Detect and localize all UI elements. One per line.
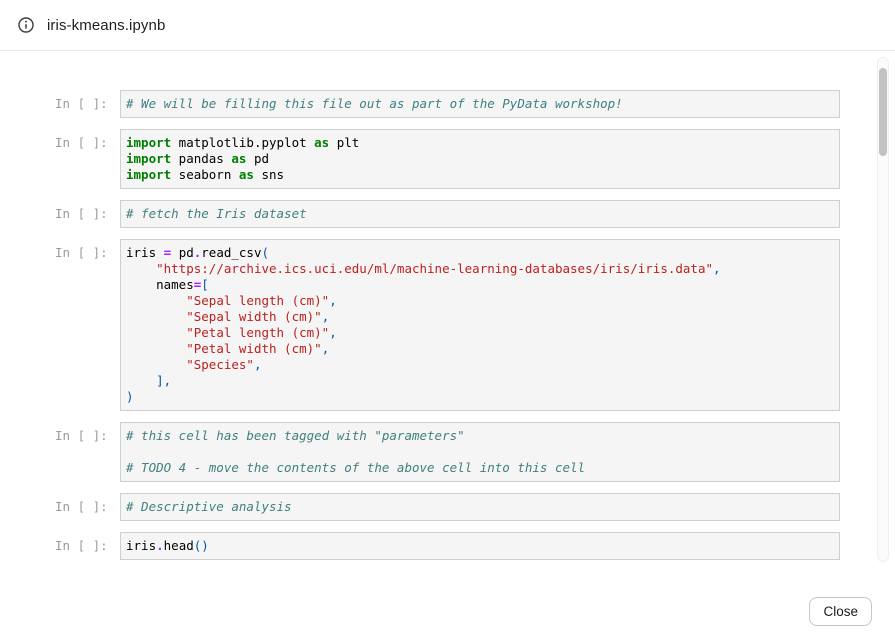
notebook-cell: In [ ]: # fetch the Iris dataset <box>55 200 840 228</box>
code-token <box>126 341 186 356</box>
cell-prompt: In [ ]: <box>55 239 105 260</box>
cell-code: iris = pd.read_csv( "https://archive.ics… <box>120 239 840 411</box>
notebook-cell: In [ ]: # this cell has been tagged with… <box>55 422 840 482</box>
code-line: import seaborn as sns <box>126 167 831 183</box>
code-token: , <box>322 309 330 324</box>
code-token <box>126 293 186 308</box>
code-token: , <box>713 261 721 276</box>
cell-prompt: In [ ]: <box>55 422 105 443</box>
code-line: "Petal length (cm)", <box>126 325 831 341</box>
notebook-cell: In [ ]: iris = pd.read_csv( "https://arc… <box>55 239 840 411</box>
code-line: "Sepal length (cm)", <box>126 293 831 309</box>
code-token <box>126 357 186 372</box>
code-token: # Descriptive analysis <box>126 499 292 514</box>
code-line: # Descriptive analysis <box>126 499 831 515</box>
dialog-header: iris-kmeans.ipynb <box>0 0 895 51</box>
scrollbar-track[interactable] <box>877 57 889 562</box>
code-token: # this cell has been tagged with "parame… <box>126 428 465 443</box>
code-token: import <box>126 135 171 150</box>
code-token: "Sepal width (cm)" <box>186 309 321 324</box>
code-token <box>126 373 156 388</box>
code-token: , <box>329 325 337 340</box>
code-token <box>126 261 156 276</box>
code-token: read_csv <box>201 245 261 260</box>
code-token: "Species" <box>186 357 254 372</box>
notebook-cells: In [ ]: # We will be filling this file o… <box>0 51 895 560</box>
code-line: names=[ <box>126 277 831 293</box>
code-line: "Species", <box>126 357 831 373</box>
code-line: # fetch the Iris dataset <box>126 206 831 222</box>
code-token: head <box>164 538 194 553</box>
code-token: as <box>231 151 246 166</box>
code-token: pd <box>246 151 269 166</box>
cell-prompt: In [ ]: <box>55 532 105 553</box>
code-line: iris.head() <box>126 538 831 554</box>
notebook-cell: In [ ]: # We will be filling this file o… <box>55 90 840 118</box>
code-token: () <box>194 538 209 553</box>
cell-prompt: In [ ]: <box>55 90 105 111</box>
page-title: iris-kmeans.ipynb <box>47 17 165 34</box>
notebook-cell: In [ ]: iris.head() <box>55 532 840 560</box>
code-token <box>126 325 186 340</box>
code-token: "https://archive.ics.uci.edu/ml/machine-… <box>156 261 713 276</box>
notebook-scroll-area: In [ ]: # We will be filling this file o… <box>0 51 895 570</box>
file-preview-dialog: iris-kmeans.ipynb In [ ]: # We will be f… <box>0 0 895 643</box>
code-token: names <box>126 277 194 292</box>
code-token: ], <box>156 373 171 388</box>
code-token: as <box>314 135 329 150</box>
code-line: "Petal width (cm)", <box>126 341 831 357</box>
code-token: plt <box>329 135 359 150</box>
code-token: as <box>239 167 254 182</box>
code-token: # We will be filling this file out as pa… <box>126 96 623 111</box>
cell-code: # We will be filling this file out as pa… <box>120 90 840 118</box>
code-line: # this cell has been tagged with "parame… <box>126 428 831 444</box>
cell-prompt: In [ ]: <box>55 129 105 150</box>
code-token: . <box>156 538 164 553</box>
code-token: sns <box>254 167 284 182</box>
code-token: iris <box>126 245 164 260</box>
cell-code: # fetch the Iris dataset <box>120 200 840 228</box>
code-line: ) <box>126 389 831 405</box>
code-line: import matplotlib.pyplot as plt <box>126 135 831 151</box>
code-token: # fetch the Iris dataset <box>126 206 307 221</box>
code-line: import pandas as pd <box>126 151 831 167</box>
code-token: , <box>254 357 262 372</box>
code-token: ( <box>262 245 270 260</box>
notebook-cell: In [ ]: import matplotlib.pyplot as plti… <box>55 129 840 189</box>
code-token: iris <box>126 538 156 553</box>
scrollbar-thumb[interactable] <box>879 68 887 156</box>
code-line: iris = pd.read_csv( <box>126 245 831 261</box>
code-token: "Petal length (cm)" <box>186 325 329 340</box>
code-token: import <box>126 167 171 182</box>
code-token: , <box>329 293 337 308</box>
code-token: "Petal width (cm)" <box>186 341 321 356</box>
cell-prompt: In [ ]: <box>55 493 105 514</box>
code-token: # TODO 4 - move the contents of the abov… <box>126 460 585 475</box>
code-token: [ <box>201 277 209 292</box>
code-token: ) <box>126 389 134 404</box>
cell-prompt: In [ ]: <box>55 200 105 221</box>
code-line <box>126 444 831 460</box>
code-token: pd <box>171 245 194 260</box>
cell-code: iris.head() <box>120 532 840 560</box>
cell-code: # Descriptive analysis <box>120 493 840 521</box>
code-token: "Sepal length (cm)" <box>186 293 329 308</box>
cell-code: import matplotlib.pyplot as pltimport pa… <box>120 129 840 189</box>
code-line: "https://archive.ics.uci.edu/ml/machine-… <box>126 261 831 277</box>
code-token: pandas <box>171 151 231 166</box>
code-token <box>126 309 186 324</box>
code-line: # TODO 4 - move the contents of the abov… <box>126 460 831 476</box>
code-line: "Sepal width (cm)", <box>126 309 831 325</box>
code-token: import <box>126 151 171 166</box>
close-button[interactable]: Close <box>809 597 872 626</box>
code-line: ], <box>126 373 831 389</box>
cell-code: # this cell has been tagged with "parame… <box>120 422 840 482</box>
code-token: seaborn <box>171 167 239 182</box>
code-token: , <box>322 341 330 356</box>
notebook-cell: In [ ]: # Descriptive analysis <box>55 493 840 521</box>
info-icon <box>18 17 34 33</box>
code-line: # We will be filling this file out as pa… <box>126 96 831 112</box>
code-token: matplotlib.pyplot <box>171 135 314 150</box>
dialog-footer: Close <box>809 597 872 626</box>
